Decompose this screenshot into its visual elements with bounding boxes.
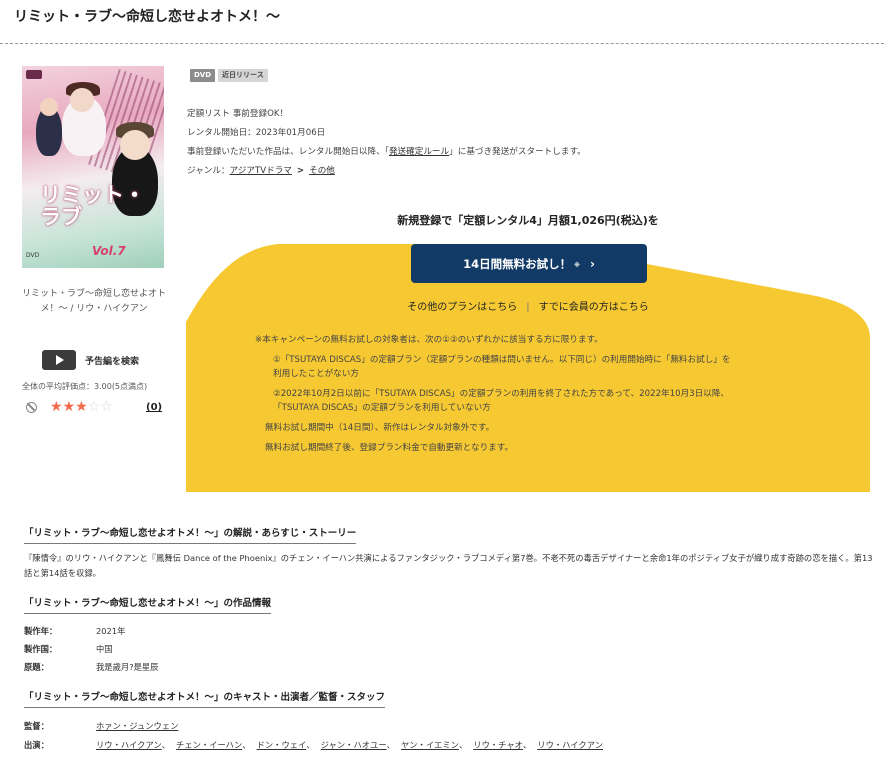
chevron-right-icon: › [589, 256, 595, 271]
cast-row: 出演： リウ・ハイクアン、 チェン・イーハン、 ドン・ウェイ、 ジャン・ハオユー… [24, 739, 603, 751]
studio-logo [26, 70, 42, 79]
trailer-search-link[interactable]: 予告編を検索 [85, 354, 139, 367]
genre-label: ジャンル： [187, 166, 230, 176]
synopsis-heading: 「リミット・ラブ～命短し恋せよオトメ！～」の解説・あらすじ・ストーリー [24, 525, 357, 544]
free-trial-label: 14日間無料お試し！ [463, 256, 572, 271]
synopsis-text: 『陳情令』のリウ・ハイクアンと『鳳舞伝 Dance of the Phoenix… [24, 553, 873, 578]
director-row: 監督： ホァン・ジュンウェン [24, 720, 178, 732]
cast-separator: 、 [458, 740, 468, 750]
cover-person-face [40, 98, 58, 116]
cast-separator: 、 [522, 740, 532, 750]
promo-headline: 新規登録で「定額レンタル4」月額1,026円(税込)を [397, 214, 659, 227]
info-row-country: 製作国： 中国 [24, 643, 113, 655]
info-label: 製作年： [24, 626, 58, 636]
average-rating-value: 3.00(5点満点) [94, 382, 148, 391]
genre-link-asian-tv[interactable]: アジアTVドラマ [230, 162, 292, 181]
info-value: 中国 [96, 644, 113, 654]
campaign-condition-2: ②2022年10月2日以前に「TSUTAYA DISCAS」の定額プランの利用を… [255, 387, 731, 415]
campaign-intro: ※本キャンペーンの無料お試しの対象者は、次の①②のいずれかに該当する方に限ります… [255, 335, 603, 345]
cover-person-face [120, 130, 150, 160]
cast-link[interactable]: リウ・チャオ [473, 739, 523, 751]
star-icon[interactable]: ★ [75, 399, 88, 415]
star-icon[interactable]: ★ [63, 399, 76, 415]
info-value: 我是歲月?是星辰 [96, 662, 159, 672]
rental-start-date: レンタル開始日：2023年01月06日 [187, 128, 326, 138]
title-divider [0, 43, 884, 44]
info-row-original-title: 原題： 我是歲月?是星辰 [24, 661, 158, 673]
info-label: 製作国： [24, 644, 58, 654]
average-rating-label: 全体の平均評価点： [22, 382, 94, 391]
cast-separator: 、 [306, 740, 315, 750]
member-login-link[interactable]: すでに会員の方はこちら [539, 302, 649, 313]
cast-link[interactable]: ジャン・ハオユー [321, 739, 387, 751]
free-trial-note-mark: ※ [574, 262, 580, 269]
preorder-note-text: 事前登録いただいた作品は、レンタル開始日以降、「 [187, 147, 389, 157]
info-row-year: 製作年： 2021年 [24, 625, 125, 637]
campaign-condition-text: 「TSUTAYA DISCAS」の定額プランを利用していない方 [273, 403, 491, 413]
cover-image[interactable]: リミット・ラブ Vol.7 DVD [22, 66, 164, 268]
preorder-status: 定額リスト 事前登録OK！ [187, 109, 289, 119]
cast-link[interactable]: ドン・ウェイ [257, 739, 307, 751]
plan-links: その他のプランはこちら | すでに会員の方はこちら [186, 298, 870, 313]
star-outline-icon[interactable]: ☆ [88, 399, 101, 415]
cover-person-face [70, 88, 94, 112]
link-divider: | [526, 302, 530, 313]
director-link[interactable]: ホァン・ジュンウェン [96, 720, 178, 732]
cover-volume: Vol.7 [92, 244, 126, 258]
cast-link[interactable]: ヤン・イエミン [401, 739, 459, 751]
cover-dvd-mark: DVD [26, 252, 40, 259]
campaign-condition-1: ①「TSUTAYA DISCAS」の定額プラン（定額プランの種類は問いません。以… [255, 353, 731, 381]
star-rating[interactable]: ★★★☆☆ [50, 399, 113, 415]
work-info-heading: 「リミット・ラブ～命短し恋せよオトメ！～」の作品情報 [24, 595, 272, 614]
badge-coming-soon: 近日リリース [218, 69, 268, 82]
info-value: 2021年 [96, 626, 126, 636]
trailer-play-button[interactable] [42, 350, 76, 370]
not-interested-icon[interactable] [26, 402, 37, 413]
campaign-note-new-releases: 無料お試し期間中（14日間）、新作はレンタル対象外です。 [265, 423, 495, 433]
campaign-note-auto-renew: 無料お試し期間終了後、登録プラン料金で自動更新となります。 [265, 443, 514, 453]
format-badges: DVD 近日リリース [190, 69, 268, 82]
cover-caption: リミット・ラブ～命短し恋せよオトメ！～ / リウ・ハイクアン [22, 289, 167, 314]
page-title: リミット・ラブ～命短し恋せよオトメ！～ [14, 9, 280, 25]
campaign-condition-text: 利用したことがない方 [273, 369, 359, 379]
star-icon[interactable]: ★ [50, 399, 63, 415]
cast-label: 出演： [24, 740, 49, 750]
cast-link[interactable]: リウ・ハイクアン [96, 739, 162, 751]
info-label: 原題： [24, 662, 49, 672]
other-plans-link[interactable]: その他のプランはこちら [407, 302, 517, 313]
cast-separator: 、 [386, 740, 395, 750]
preorder-note: 事前登録いただいた作品は、レンタル開始日以降、「 発送確定ルール 」に基づき発送がス… [187, 143, 586, 162]
badge-dvd: DVD [190, 69, 216, 82]
cover-title: リミット・ラブ [40, 183, 145, 229]
cast-link[interactable]: リウ・ハイクアン [537, 739, 603, 751]
cast-link[interactable]: チェン・イーハン [176, 739, 242, 751]
shipping-rule-link[interactable]: 発送確定ルール [389, 143, 449, 162]
director-label: 監督： [24, 721, 49, 731]
product-details: 定額リスト 事前登録OK！ レンタル開始日：2023年01月06日 事前登録いた… [187, 105, 586, 181]
breadcrumb-separator: > [296, 166, 305, 176]
campaign-terms: ※本キャンペーンの無料お試しの対象者は、次の①②のいずれかに該当する方に限ります… [255, 333, 731, 461]
review-count-link[interactable]: (0) [146, 402, 162, 413]
star-outline-icon[interactable]: ☆ [100, 399, 113, 415]
cast-separator: 、 [242, 740, 251, 750]
preorder-note-text: 」に基づき発送がスタートします。 [449, 147, 586, 157]
average-rating: 全体の平均評価点：3.00(5点満点) [22, 381, 147, 392]
cast-separator: 、 [161, 740, 171, 750]
cast-heading: 「リミット・ラブ～命短し恋せよオトメ！～」のキャスト・出演者／監督・スタッフ [24, 689, 386, 708]
genre-link-other[interactable]: その他 [309, 162, 335, 181]
genre-breadcrumb: ジャンル： アジアTVドラマ > その他 [187, 162, 586, 181]
campaign-condition-text: ①「TSUTAYA DISCAS」の定額プラン（定額プランの種類は問いません。以… [273, 355, 731, 365]
free-trial-button[interactable]: 14日間無料お試し！ ※ › [411, 244, 647, 283]
campaign-condition-text: ②2022年10月2日以前に「TSUTAYA DISCAS」の定額プランの利用を… [273, 389, 730, 399]
